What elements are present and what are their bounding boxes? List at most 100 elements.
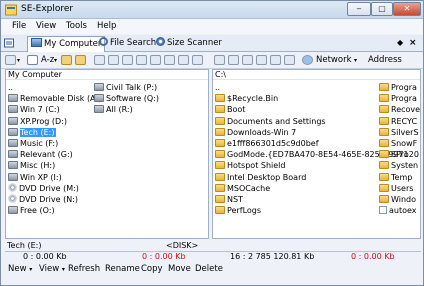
- right-pane-item[interactable]: Boot: [215, 104, 245, 115]
- close-button[interactable]: ✕: [393, 2, 421, 16]
- right-pane-item[interactable]: autoex: [379, 205, 417, 216]
- tab-file-search[interactable]: File Search: [96, 36, 159, 52]
- right-pane-item[interactable]: Systen: [379, 160, 418, 171]
- drive-icon: [8, 116, 18, 125]
- drive-c-icon[interactable]: [108, 55, 119, 65]
- left-pane-item[interactable]: DVD Drive (M:): [8, 182, 79, 194]
- folder-up-icon[interactable]: [61, 55, 72, 65]
- drive-a-icon[interactable]: [94, 55, 105, 65]
- menu-help[interactable]: Help: [97, 21, 116, 31]
- drive-n-icon[interactable]: [228, 55, 239, 65]
- selected-item-name: Tech (E:): [7, 241, 42, 250]
- network-dropdown-icon[interactable]: ▾: [354, 57, 357, 64]
- folder-icon: [379, 116, 389, 125]
- left-pane-item[interactable]: DVD Drive (N:): [8, 194, 78, 205]
- right-pane-item[interactable]: e1fff866301d5c9d0bef: [215, 138, 319, 149]
- new-button[interactable]: New ▾: [8, 264, 32, 274]
- right-pane-item[interactable]: Users: [379, 183, 413, 194]
- app-logo-icon: [5, 4, 17, 16]
- right-pane-item[interactable]: SnowF: [379, 138, 417, 149]
- menu-tools[interactable]: Tools: [66, 21, 87, 31]
- right-pane-item-label: Documents and Settings: [227, 116, 326, 126]
- left-pane-item[interactable]: Win XP (I:): [8, 172, 62, 183]
- network-label[interactable]: Network: [316, 55, 352, 65]
- drive-g-icon[interactable]: [164, 55, 175, 65]
- left-pane-item[interactable]: Software (Q:): [94, 93, 159, 104]
- left-file-pane[interactable]: My Computer .. Removable Disk (A:) Win 7 (…: [5, 69, 209, 239]
- left-pane-item[interactable]: Relevant (G:): [8, 149, 73, 160]
- right-pane-item[interactable]: Progra: [379, 93, 417, 104]
- right-pane-item[interactable]: Progra: [379, 82, 417, 93]
- command-bar: New ▾ View ▾ Refresh Rename Copy Move De…: [1, 261, 423, 277]
- right-pane-item[interactable]: Downloads-Win 7: [215, 127, 296, 138]
- right-pane-item[interactable]: Intel Desktop Board: [215, 172, 306, 183]
- drive-q-icon[interactable]: [270, 55, 281, 65]
- view-mode-icon[interactable]: [5, 55, 16, 65]
- left-pane-item[interactable]: Free (O:): [8, 205, 55, 216]
- left-pane-item[interactable]: Civil Talk (P:): [94, 82, 157, 93]
- close-tab-icon[interactable]: ×: [409, 38, 417, 48]
- right-pane-item-label: Recove: [391, 105, 421, 115]
- left-pane-item[interactable]: XP.Prog (D:): [8, 116, 67, 127]
- right-pane-item[interactable]: Windo: [379, 194, 416, 205]
- right-pane-item[interactable]: MSOCache: [215, 183, 270, 194]
- tab-size-scanner[interactable]: Size Scanner: [153, 36, 225, 52]
- drive-p-icon[interactable]: [256, 55, 267, 65]
- rename-button[interactable]: Rename: [105, 264, 140, 274]
- right-pane-item[interactable]: SilverS: [379, 127, 419, 138]
- drive-m-icon[interactable]: [214, 55, 225, 65]
- folder-icon: [215, 150, 225, 159]
- right-pane-item[interactable]: Recove: [379, 104, 420, 115]
- view-mode-dropdown-icon[interactable]: ▾: [17, 57, 20, 64]
- copy-button[interactable]: Copy: [141, 264, 163, 274]
- right-pane-item[interactable]: Hotspot Shield: [215, 160, 285, 171]
- left-pane-item-label: ..: [8, 83, 14, 92]
- left-pane-item[interactable]: Misc (H:): [8, 160, 55, 171]
- right-pane-item[interactable]: PerfLogs: [215, 205, 261, 216]
- folder-open-icon[interactable]: [75, 55, 86, 65]
- minimize-button[interactable]: ‒: [347, 2, 371, 16]
- drive-r-icon[interactable]: [284, 55, 295, 65]
- sort-label[interactable]: A-z: [41, 55, 54, 65]
- menu-file[interactable]: File: [12, 21, 26, 31]
- right-pane-item-label: Windo: [391, 195, 416, 204]
- view-button[interactable]: View ▾: [39, 264, 65, 274]
- maximize-button[interactable]: ▢: [371, 2, 393, 16]
- left-pane-item[interactable]: Removable Disk (A:): [8, 93, 101, 104]
- network-icon[interactable]: [302, 55, 313, 65]
- sort-dropdown-icon[interactable]: ▾: [54, 57, 57, 64]
- drive-e-icon[interactable]: [136, 55, 147, 65]
- left-pane-item[interactable]: ..: [8, 82, 13, 93]
- menu-view[interactable]: View: [36, 21, 56, 31]
- left-pane-item-label: Music (F:): [20, 139, 59, 148]
- right-pane-item-label: Hotspot Shield: [227, 161, 286, 171]
- drive-i-icon[interactable]: [192, 55, 203, 65]
- menu-bar: File View Tools Help: [1, 19, 423, 34]
- right-pane-item[interactable]: SPro20: [379, 149, 419, 160]
- right-pane-item[interactable]: NST: [215, 194, 243, 205]
- right-file-pane[interactable]: C:\ .. $Recycle.Bin Boot Documents and Sett…: [212, 69, 421, 239]
- tab-my-computer[interactable]: My Computer: [27, 36, 106, 52]
- drive-d-icon[interactable]: [122, 55, 133, 65]
- right-pane-item[interactable]: $Recycle.Bin: [215, 93, 278, 104]
- left-pane-item[interactable]: Tech (E:): [8, 127, 57, 138]
- drive-f-icon[interactable]: [150, 55, 161, 65]
- drive-o-icon[interactable]: [242, 55, 253, 65]
- right-pane-item[interactable]: Temp: [379, 172, 412, 183]
- right-pane-item[interactable]: RECYC: [379, 116, 417, 127]
- address-label[interactable]: Address: [368, 55, 402, 65]
- refresh-button[interactable]: Refresh: [68, 264, 100, 274]
- pin-tab-icon[interactable]: ◆: [397, 38, 403, 47]
- drive-h-icon[interactable]: [178, 55, 189, 65]
- right-pane-item[interactable]: Documents and Settings: [215, 116, 326, 127]
- right-pane-item-label: autoex: [389, 206, 417, 216]
- left-pane-item[interactable]: All (R:): [94, 104, 133, 115]
- move-button[interactable]: Move: [168, 264, 191, 274]
- delete-button[interactable]: Delete: [195, 264, 223, 274]
- left-pane-item[interactable]: Win 7 (C:): [8, 104, 60, 115]
- disk-scan-icon: [156, 37, 165, 46]
- drive-icon: [94, 83, 104, 91]
- sort-icon[interactable]: [27, 55, 38, 65]
- right-pane-item[interactable]: ..: [215, 82, 220, 93]
- left-pane-item[interactable]: Music (F:): [8, 138, 58, 149]
